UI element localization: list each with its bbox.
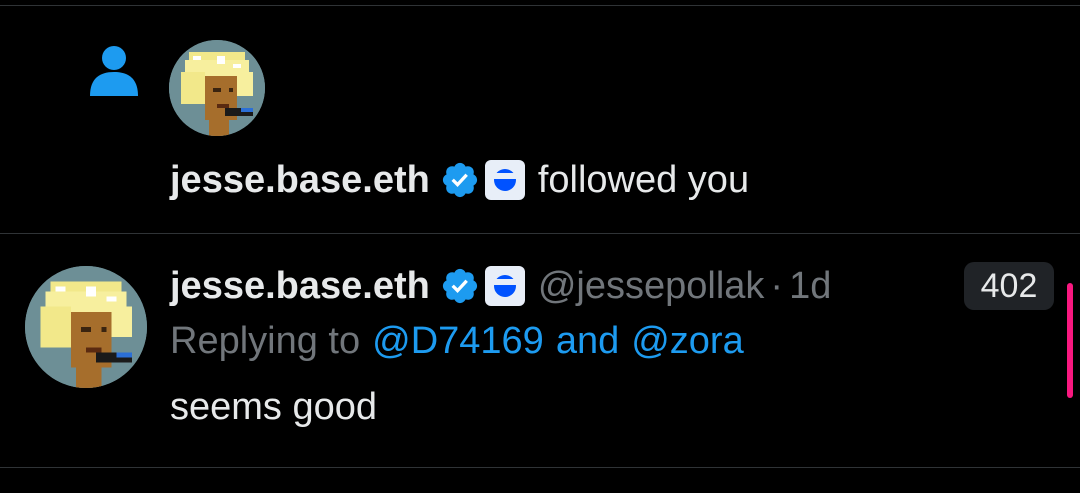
tweet-header: jesse.base.eth @jessepollak · 1d	[170, 260, 831, 312]
follow-action-text: followed you	[537, 158, 750, 201]
count-badge: 402	[964, 262, 1054, 310]
follower-username[interactable]: jesse.base.eth	[170, 159, 430, 202]
separator-dot: ·	[770, 264, 784, 307]
reply-and-text: and	[555, 319, 620, 362]
reply-prefix: Replying to	[170, 319, 361, 362]
follower-avatar[interactable]	[169, 40, 265, 136]
tweet-author-handle[interactable]: @jessepollak	[538, 265, 765, 308]
base-logo-icon	[484, 266, 525, 306]
tweet-author-avatar[interactable]	[25, 266, 147, 388]
verified-badge-icon	[442, 162, 477, 198]
follow-notification-text: jesse.base.eth followed you	[170, 154, 749, 206]
reply-mention-link[interactable]: @zora	[631, 320, 744, 363]
reply-context: Replying to @D74169 and @zora	[170, 316, 744, 366]
top-divider	[0, 5, 1080, 6]
tweet-timestamp[interactable]: 1d	[789, 265, 831, 308]
notification-divider	[0, 233, 1080, 234]
verified-badge-icon	[442, 268, 477, 304]
tweet-body-text: seems good	[170, 386, 378, 428]
base-logo-icon	[484, 160, 525, 200]
tweet-author-name[interactable]: jesse.base.eth	[170, 265, 430, 308]
reply-mention-link[interactable]: @D74169	[372, 320, 544, 363]
person-icon	[90, 46, 138, 96]
bottom-divider	[0, 467, 1080, 468]
scroll-indicator[interactable]	[1067, 283, 1073, 398]
